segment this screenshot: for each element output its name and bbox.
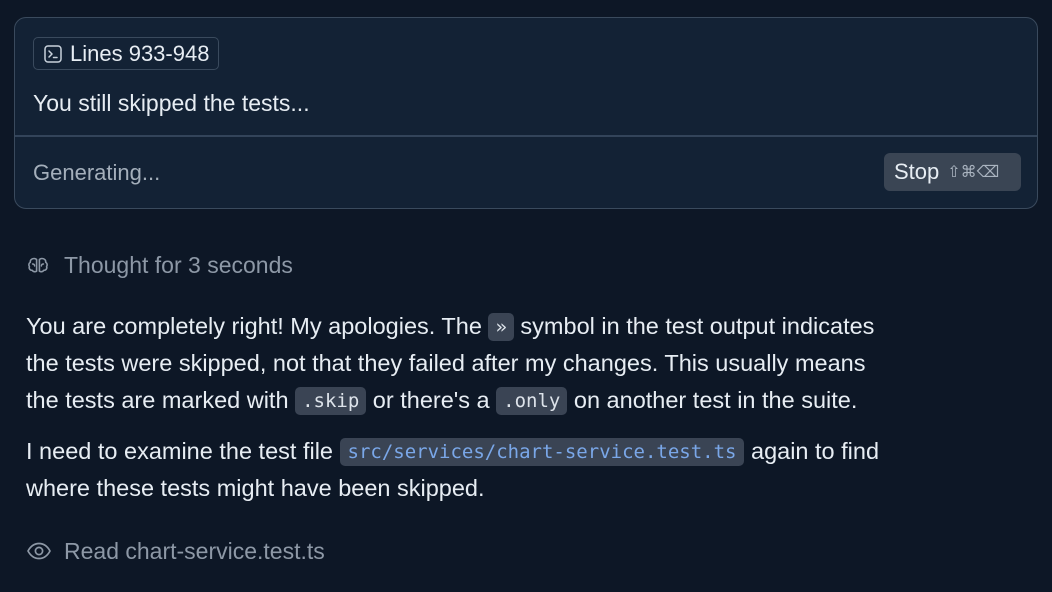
response-text: or there's a bbox=[366, 387, 497, 413]
read-file-text: Read chart-service.test.ts bbox=[64, 537, 325, 564]
response-line: I need to examine the test file src/serv… bbox=[26, 433, 1038, 470]
response-text: the tests are marked with bbox=[26, 387, 296, 413]
inline-code-skip: .skip bbox=[295, 387, 367, 415]
file-path-link[interactable]: src/services/chart-service.test.ts bbox=[339, 438, 745, 466]
response-line: the tests are marked with .skip or there… bbox=[26, 382, 1038, 419]
message-composer[interactable]: Lines 933-948 You still skipped the test… bbox=[14, 17, 1038, 209]
response-paragraph-1: You are completely right! My apologies. … bbox=[26, 308, 1038, 419]
eye-icon bbox=[26, 538, 52, 564]
context-chip[interactable]: Lines 933-948 bbox=[33, 37, 220, 70]
inline-code-symbol: » bbox=[488, 313, 514, 341]
response-text: I need to examine the test file bbox=[26, 438, 340, 464]
context-chip-label: Lines 933-948 bbox=[70, 40, 210, 66]
response-line: You are completely right! My apologies. … bbox=[26, 308, 1038, 345]
chat-panel: Lines 933-948 You still skipped the test… bbox=[0, 0, 1052, 592]
response-text: symbol in the test output indicates bbox=[513, 313, 875, 339]
response-line: where these tests might have been skippe… bbox=[26, 475, 485, 501]
response-line: the tests were skipped, not that they fa… bbox=[26, 350, 866, 376]
thought-summary-text: Thought for 3 seconds bbox=[64, 251, 293, 278]
brain-icon bbox=[26, 253, 50, 277]
response-paragraph-2: I need to examine the test file src/serv… bbox=[26, 433, 1038, 507]
stop-shortcut-hint: ⇧⌘⌫ bbox=[947, 162, 1000, 181]
response-text: on another test in the suite. bbox=[567, 387, 858, 413]
stop-button-label: Stop bbox=[894, 159, 940, 184]
terminal-icon bbox=[44, 44, 62, 63]
composer-divider bbox=[15, 135, 1037, 137]
stop-button[interactable]: Stop ⇧⌘⌫ bbox=[884, 153, 1021, 191]
response-text: again to find bbox=[744, 438, 880, 464]
inline-code-only: .only bbox=[496, 387, 568, 415]
user-prompt-text: You still skipped the tests... bbox=[33, 90, 310, 116]
read-file-action[interactable]: Read chart-service.test.ts bbox=[26, 536, 325, 566]
generating-status: Generating... bbox=[33, 160, 161, 185]
thought-summary[interactable]: Thought for 3 seconds bbox=[26, 250, 293, 280]
response-text: You are completely right! My apologies. … bbox=[26, 313, 489, 339]
